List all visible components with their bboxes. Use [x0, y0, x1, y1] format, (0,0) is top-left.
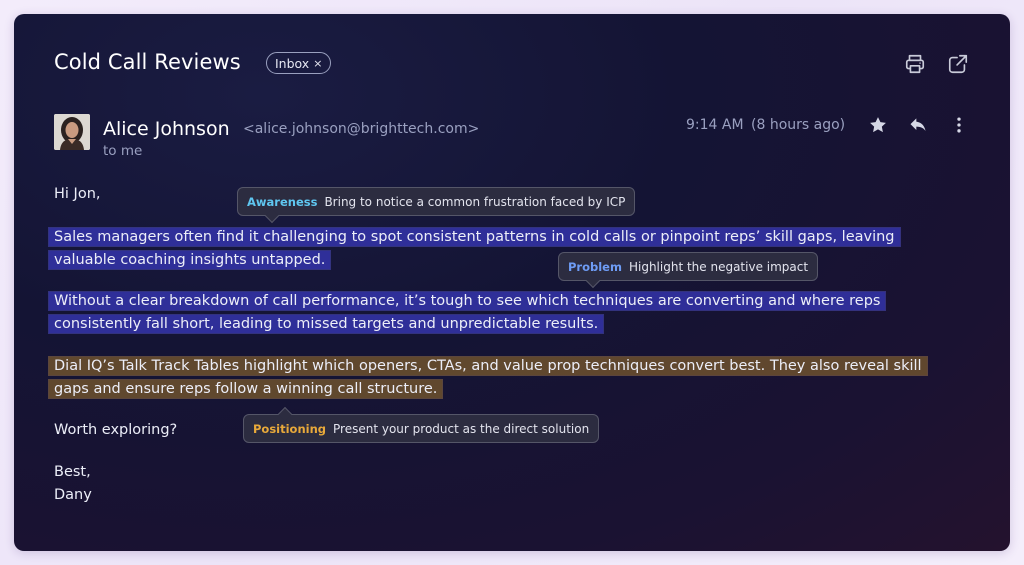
email-window: Cold Call Reviews Inbox × Alice Johnson	[14, 14, 1010, 551]
inbox-label-chip[interactable]: Inbox ×	[266, 52, 332, 74]
time-ago: (8 hours ago)	[751, 117, 846, 133]
paragraph-problem: Without a clear breakdown of call perfor…	[49, 290, 949, 336]
time: 9:14 AM	[686, 117, 744, 133]
tooltip-positioning: Positioning Present your product as the …	[243, 406, 600, 443]
paragraph-positioning: Dial IQ’s Talk Track Tables highlight wh…	[49, 355, 949, 401]
sender-name: Alice Johnson	[103, 118, 230, 140]
print-icon[interactable]	[903, 52, 927, 76]
tooltip-awareness: Awareness Bring to notice a common frust…	[237, 187, 636, 224]
tooltip-awareness-tag: Awareness	[247, 194, 318, 209]
timestamp: 9:14 AM (8 hours ago)	[686, 117, 845, 133]
email-greeting: Hi Jon,	[54, 186, 101, 202]
more-vertical-icon[interactable]	[948, 114, 970, 136]
tooltip-problem-text: Highlight the negative impact	[628, 259, 809, 274]
star-icon[interactable]	[867, 114, 889, 136]
highlight-positioning[interactable]: Dial IQ’s Talk Track Tables highlight wh…	[49, 357, 927, 398]
email-subject: Cold Call Reviews	[54, 50, 241, 74]
closing-question: Worth exploring?	[54, 422, 178, 438]
avatar	[54, 114, 90, 150]
tooltip-arrow	[585, 273, 601, 289]
signoff: Best,	[54, 464, 91, 480]
tooltip-awareness-text: Bring to notice a common frustration fac…	[324, 194, 626, 209]
tooltip-arrow	[264, 208, 280, 224]
tooltip-positioning-tag: Positioning	[253, 421, 327, 436]
recipient-label: to me	[103, 143, 143, 159]
highlight-problem[interactable]: Without a clear breakdown of call perfor…	[49, 292, 886, 333]
tooltip-problem: Problem Highlight the negative impact	[558, 252, 819, 289]
tooltip-problem-tag: Problem	[568, 259, 622, 274]
signature: Dany	[54, 487, 92, 503]
reply-icon[interactable]	[907, 114, 929, 136]
inbox-label-text: Inbox	[275, 55, 310, 71]
open-in-new-icon[interactable]	[946, 52, 970, 76]
tooltip-positioning-text: Present your product as the direct solut…	[333, 421, 590, 436]
sender-email: <alice.johnson@brighttech.com>	[243, 121, 480, 137]
close-icon[interactable]: ×	[313, 57, 322, 70]
tooltip-arrow	[277, 406, 293, 422]
